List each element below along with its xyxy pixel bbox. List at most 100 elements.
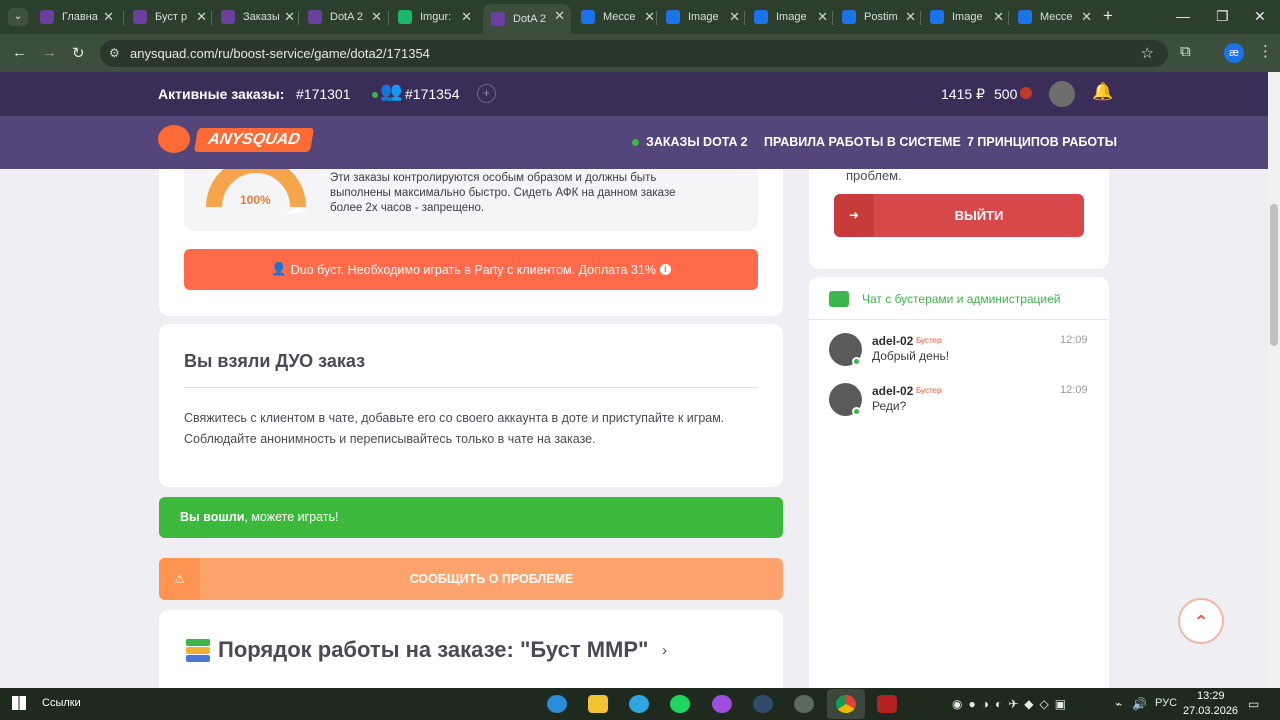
tab-close-icon[interactable]: ✕ — [103, 9, 114, 25]
tab-close-icon[interactable]: ✕ — [461, 9, 472, 25]
telegram-icon[interactable] — [629, 695, 649, 713]
browser-tab[interactable]: Мессе ✕ — [1010, 5, 1098, 29]
tab-close-icon[interactable]: ✕ — [371, 9, 382, 25]
exit-icon-box: ➜ — [834, 194, 874, 237]
address-bar[interactable]: ⚙ anysquad.com/ru/boost-service/game/dot… — [100, 40, 1168, 67]
windows-start-icon[interactable] — [12, 696, 26, 710]
profile-avatar[interactable]: æ — [1224, 43, 1244, 63]
nav-item-rules[interactable]: ПРАВИЛА РАБОТЫ В СИСТЕМЕ — [764, 135, 961, 149]
exit-button[interactable]: ➜ ВЫЙТИ — [834, 194, 1084, 237]
messenger-icon[interactable] — [712, 695, 732, 713]
dota2-icon[interactable] — [877, 695, 897, 713]
browser-tab[interactable]: Image ✕ — [922, 5, 1010, 29]
spotify-icon[interactable] — [670, 695, 690, 713]
logo-text: ANYSQUAD — [193, 128, 315, 152]
tray-icons[interactable]: ◉●◑◐✈◆◇▣ — [952, 697, 1072, 711]
chat-username[interactable]: adel-02 — [872, 334, 913, 348]
clock-time[interactable]: 13:29 — [1197, 690, 1225, 702]
nav-item-principles[interactable]: 7 ПРИНЦИПОВ РАБОТЫ — [967, 135, 1117, 149]
app-icon[interactable] — [794, 695, 814, 713]
chat-card: Чат с бустерами и администрацией adel-02… — [809, 277, 1109, 688]
active-order-link-a[interactable]: #171301 — [296, 86, 351, 102]
browser-tab[interactable]: Postim ✕ — [834, 5, 922, 29]
site-info-icon[interactable]: ⚙ — [109, 46, 120, 60]
scroll-top-button[interactable]: ⌃ — [1178, 598, 1224, 644]
bookmark-star-icon[interactable]: ☆ — [1141, 44, 1154, 62]
chevron-up-icon: ⌃ — [1193, 612, 1209, 632]
procedure-title: Порядок работы на заказе: "Буст ММР" — [218, 637, 649, 662]
status-bold: Вы вошли — [180, 510, 245, 524]
tab-favicon-icon — [308, 10, 322, 24]
chat-text: Добрый день! — [872, 349, 950, 363]
active-order-link-b[interactable]: #171354 — [405, 86, 460, 102]
close-window-icon[interactable]: ✕ — [1254, 8, 1266, 25]
tab-favicon-icon — [398, 10, 412, 24]
edge-icon[interactable] — [547, 695, 567, 713]
nav-item-orders[interactable]: ЗАКАЗЫ DOTA 2 — [646, 135, 748, 149]
exit-label: ВЫЙТИ — [954, 208, 1004, 223]
file-explorer-icon[interactable] — [588, 695, 608, 713]
tab-favicon-icon — [491, 12, 505, 26]
network-icon[interactable]: ⌁ — [1115, 697, 1122, 711]
user-avatar[interactable] — [1049, 81, 1075, 107]
tab-close-icon[interactable]: ✕ — [993, 9, 1004, 25]
back-icon[interactable]: ← — [12, 44, 27, 61]
tab-separator — [298, 11, 299, 25]
info-circle-icon[interactable]: i — [659, 264, 671, 275]
procedure-card[interactable]: Порядок работы на заказе: "Буст ММР" › — [159, 610, 783, 688]
clock-date[interactable]: 27.03.2026 — [1183, 705, 1238, 717]
tab-label: Главна — [62, 11, 98, 23]
volume-icon[interactable]: 🔊 — [1132, 697, 1147, 711]
tab-close-icon[interactable]: ✕ — [644, 9, 655, 25]
taskbar-search-label[interactable]: Ссылки — [42, 697, 81, 709]
maximize-icon[interactable]: ❐ — [1216, 8, 1229, 25]
duo-banner[interactable]: 👤 Duo буст. Необходимо играть в Party с … — [184, 249, 758, 290]
browser-tab[interactable]: Image ✕ — [658, 5, 746, 29]
tab-close-icon[interactable]: ✕ — [817, 9, 828, 25]
browser-tab[interactable]: Главна ✕ — [32, 5, 120, 29]
report-problem-button[interactable]: ⚠ СООБЩИТЬ О ПРОБЛЕМЕ — [159, 558, 783, 600]
browser-tab[interactable]: Мессе ✕ — [573, 5, 661, 29]
browser-tab[interactable]: Заказы ✕ — [213, 5, 301, 29]
tab-close-icon[interactable]: ✕ — [196, 9, 207, 25]
browser-tab[interactable]: Imgur: ✕ — [390, 5, 478, 29]
reload-icon[interactable]: ↻ — [72, 44, 85, 62]
tab-label: Заказы — [243, 11, 280, 23]
tab-close-icon[interactable]: ✕ — [284, 9, 295, 25]
points-icon — [1020, 87, 1032, 99]
tab-close-icon[interactable]: ✕ — [554, 8, 565, 24]
tab-close-icon[interactable]: ✕ — [1081, 9, 1092, 25]
browser-tab[interactable]: DotA 2 ✕ — [300, 5, 388, 29]
forward-icon[interactable]: → — [42, 44, 57, 61]
language-indicator[interactable]: РУС — [1155, 697, 1177, 709]
report-problem-label: СООБЩИТЬ О ПРОБЛЕМЕ — [409, 572, 574, 586]
extensions-icon[interactable]: ⧉ — [1180, 43, 1191, 60]
chat-text: Реди? — [872, 399, 907, 413]
tab-close-icon[interactable]: ✕ — [729, 9, 740, 25]
site-logo[interactable]: ANYSQUAD — [158, 122, 315, 158]
nav-active-dot-icon — [632, 139, 639, 146]
page-content: 100% Эти заказы контролируются особым об… — [0, 169, 1268, 688]
steam-icon[interactable] — [753, 695, 773, 713]
tab-favicon-icon — [842, 10, 856, 24]
browser-tab[interactable]: Image ✕ — [746, 5, 834, 29]
tab-label: Мессе — [603, 11, 636, 23]
new-tab-button[interactable]: + — [1103, 6, 1113, 26]
online-dot-icon — [852, 407, 861, 416]
page-scrollbar[interactable] — [1268, 72, 1280, 688]
chrome-icon[interactable] — [836, 695, 856, 713]
menu-dots-icon[interactable]: ⋮ — [1258, 42, 1273, 60]
tab-search-button[interactable]: ⌄ — [8, 8, 28, 26]
browser-tab[interactable]: Буст р ✕ — [125, 5, 213, 29]
add-order-button[interactable]: + — [477, 84, 496, 103]
minimize-icon[interactable]: — — [1176, 8, 1190, 24]
browser-tab[interactable]: DotA 2 ✕ — [483, 4, 571, 34]
bell-icon[interactable]: 🔔 — [1092, 82, 1113, 102]
tab-close-icon[interactable]: ✕ — [905, 9, 916, 25]
notification-icon[interactable]: ▭ — [1248, 697, 1259, 711]
page-scrollbar-thumb[interactable] — [1270, 204, 1278, 346]
active-orders-label: Активные заказы: — [158, 86, 285, 102]
chat-username[interactable]: adel-02 — [872, 384, 913, 398]
browser-toolbar: ← → ↻ ⚙ anysquad.com/ru/boost-service/ga… — [0, 34, 1280, 72]
tab-separator — [123, 11, 124, 25]
